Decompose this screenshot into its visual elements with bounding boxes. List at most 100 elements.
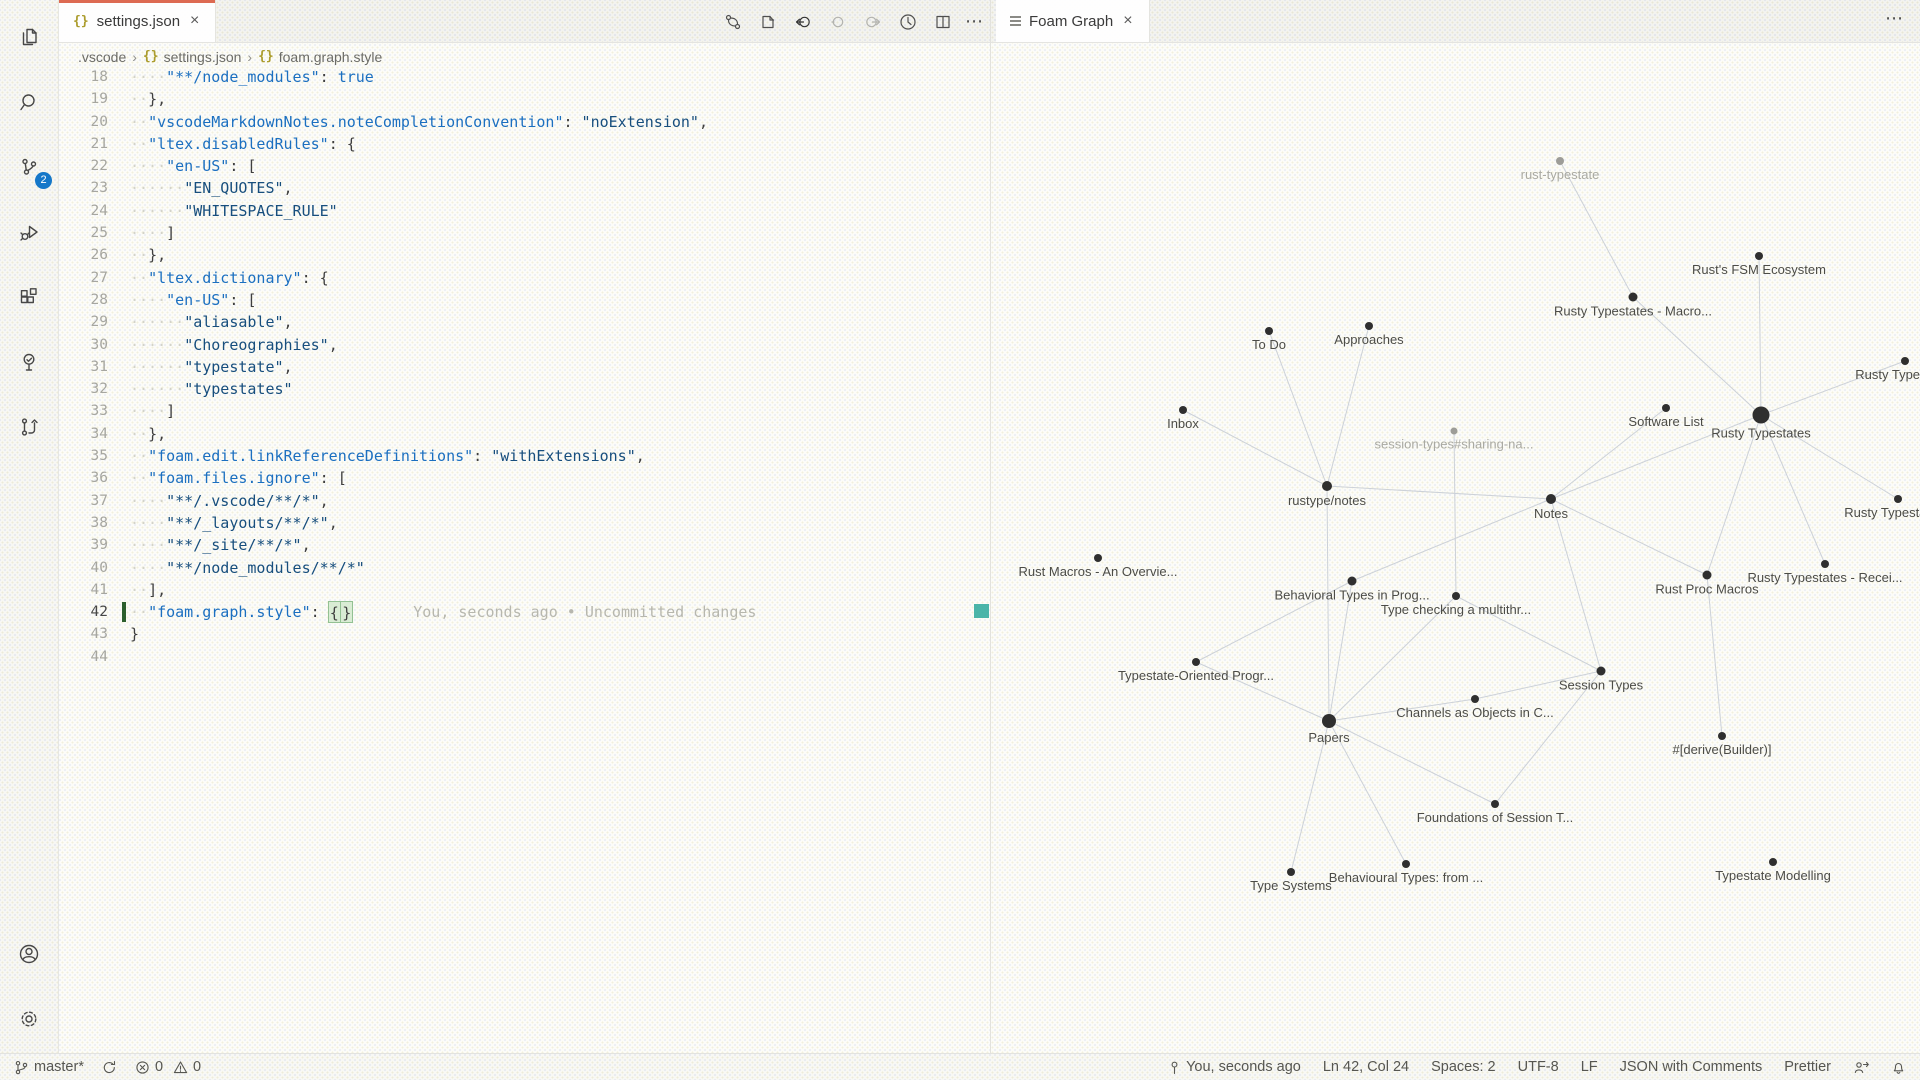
graph-node[interactable] xyxy=(1451,428,1458,435)
graph-node[interactable] xyxy=(1901,357,1909,365)
graph-node[interactable] xyxy=(1452,592,1460,600)
graph-node[interactable] xyxy=(1402,860,1410,868)
search-icon[interactable] xyxy=(0,76,58,128)
code-line[interactable]: 44 xyxy=(59,646,990,668)
tab-close-icon[interactable]: × xyxy=(188,12,201,30)
status-item-you-seconds-ago[interactable]: You, seconds ago xyxy=(1168,1059,1301,1075)
code-line[interactable]: 27··"ltex.dictionary": { xyxy=(59,267,990,289)
status-item-bell-icon[interactable] xyxy=(1891,1060,1906,1075)
graph-node[interactable] xyxy=(1491,800,1499,808)
code-line[interactable]: 40····"**/node_modules/**/*" xyxy=(59,557,990,579)
status-item-spaces-2[interactable]: Spaces: 2 xyxy=(1431,1059,1496,1075)
status-item-0[interactable]: 0 xyxy=(135,1059,163,1075)
source-control-icon[interactable]: 2 xyxy=(0,141,58,193)
status-item-prettier[interactable]: Prettier xyxy=(1784,1059,1831,1075)
code-line[interactable]: 41··], xyxy=(59,579,990,601)
graph-node[interactable] xyxy=(1322,481,1332,491)
graph-node[interactable] xyxy=(1597,667,1606,676)
code-line[interactable]: 36··"foam.files.ignore": [ xyxy=(59,467,990,489)
code-line[interactable]: 30······"Choreographies", xyxy=(59,334,990,356)
code-line[interactable]: 32······"typestates" xyxy=(59,378,990,400)
code-line[interactable]: 28····"en-US": [ xyxy=(59,289,990,311)
status-item-utf-8[interactable]: UTF-8 xyxy=(1518,1059,1559,1075)
graph-node[interactable] xyxy=(1703,571,1712,580)
nav-circle-icon[interactable] xyxy=(825,9,851,35)
graph-node-label: Approaches xyxy=(1334,332,1404,347)
split-editor-icon[interactable] xyxy=(930,9,956,35)
breadcrumb-item[interactable]: {}foam.graph.style xyxy=(258,49,382,65)
account-icon[interactable] xyxy=(0,928,58,980)
graph-node[interactable] xyxy=(1629,293,1638,302)
gutter-decorations xyxy=(108,467,130,489)
graph-node[interactable] xyxy=(1287,868,1295,876)
code-line[interactable]: 43} xyxy=(59,623,990,645)
open-changes-icon[interactable] xyxy=(720,9,746,35)
code-line[interactable]: 20··"vscodeMarkdownNotes.noteCompletionC… xyxy=(59,111,990,133)
nav-forward-icon[interactable] xyxy=(860,9,886,35)
status-item-ln-42-col-24[interactable]: Ln 42, Col 24 xyxy=(1323,1059,1409,1075)
graph-node[interactable] xyxy=(1094,554,1102,562)
more-actions-icon[interactable]: ⋯ xyxy=(965,11,984,32)
code-line[interactable]: 37····"**/.vscode/**/*", xyxy=(59,490,990,512)
graph-node[interactable] xyxy=(1471,695,1479,703)
code-line[interactable]: 35··"foam.edit.linkReferenceDefinitions"… xyxy=(59,445,990,467)
code-line[interactable]: 42··"foam.graph.style": {}You, seconds a… xyxy=(59,601,990,623)
graph-node-label: Rusty Typestates xyxy=(1711,426,1811,441)
code-editor[interactable]: 18····"**/node_modules": true19··},20··"… xyxy=(59,70,990,1053)
gitlens-blame-annotation: You, seconds ago • Uncommitted changes xyxy=(413,601,756,623)
graph-node[interactable] xyxy=(1821,560,1829,568)
status-item-lf[interactable]: LF xyxy=(1581,1059,1598,1075)
graph-edge xyxy=(1551,499,1707,575)
status-item-json-with-comments[interactable]: JSON with Comments xyxy=(1620,1059,1763,1075)
graph-node[interactable] xyxy=(1179,406,1187,414)
code-line[interactable]: 24······"WHITESPACE_RULE" xyxy=(59,200,990,222)
graph-node[interactable] xyxy=(1662,404,1670,412)
foam-graph-canvas[interactable]: rust-typestateRust's FSM EcosystemRusty … xyxy=(991,43,1920,1053)
settings-gear-icon[interactable] xyxy=(0,993,58,1045)
graph-node[interactable] xyxy=(1192,658,1200,666)
graph-node[interactable] xyxy=(1769,858,1777,866)
panel-more-actions-icon[interactable]: ⋯ xyxy=(1885,8,1904,29)
code-line[interactable]: 21··"ltex.disabledRules": { xyxy=(59,133,990,155)
code-line[interactable]: 18····"**/node_modules": true xyxy=(59,70,990,88)
code-line[interactable]: 38····"**/_layouts/**/*", xyxy=(59,512,990,534)
graph-node[interactable] xyxy=(1265,327,1273,335)
graph-node[interactable] xyxy=(1718,732,1726,740)
status-item-0[interactable]: 0 xyxy=(173,1059,201,1075)
status-item-master[interactable]: master* xyxy=(14,1059,84,1075)
status-item-feedback-icon[interactable] xyxy=(1853,1060,1869,1075)
code-line[interactable]: 26··}, xyxy=(59,244,990,266)
nav-back-icon[interactable] xyxy=(790,9,816,35)
graph-node[interactable] xyxy=(1755,252,1763,260)
git-compare-icon[interactable] xyxy=(0,401,58,453)
tab-settings-json[interactable]: {} settings.json × xyxy=(59,0,216,42)
code-line[interactable]: 25····] xyxy=(59,222,990,244)
code-line[interactable]: 19··}, xyxy=(59,88,990,110)
code-line[interactable]: 23······"EN_QUOTES", xyxy=(59,177,990,199)
code-line[interactable]: 33····] xyxy=(59,400,990,422)
breadcrumb-item[interactable]: {}settings.json xyxy=(143,49,241,65)
foam-tree-icon[interactable] xyxy=(0,336,58,388)
graph-node[interactable] xyxy=(1546,494,1556,504)
gutter-decorations xyxy=(108,579,130,601)
code-line[interactable]: 39····"**/_site/**/*", xyxy=(59,534,990,556)
graph-node[interactable] xyxy=(1322,714,1336,728)
code-line[interactable]: 22····"en-US": [ xyxy=(59,155,990,177)
code-line[interactable]: 34··}, xyxy=(59,423,990,445)
run-debug-icon[interactable] xyxy=(0,206,58,258)
code-line[interactable]: 31······"typestate", xyxy=(59,356,990,378)
timeline-clock-icon[interactable] xyxy=(895,9,921,35)
open-preview-icon[interactable] xyxy=(755,9,781,35)
graph-node[interactable] xyxy=(1894,495,1902,503)
tab-foam-graph[interactable]: Foam Graph × xyxy=(996,0,1150,42)
graph-node[interactable] xyxy=(1348,577,1357,586)
explorer-icon[interactable] xyxy=(0,11,58,63)
graph-node[interactable] xyxy=(1753,407,1770,424)
graph-node[interactable] xyxy=(1365,322,1373,330)
graph-node[interactable] xyxy=(1556,157,1564,165)
breadcrumb-item[interactable]: .vscode xyxy=(78,49,126,65)
extensions-icon[interactable] xyxy=(0,271,58,323)
panel-tab-close-icon[interactable]: × xyxy=(1121,12,1134,30)
status-item-sync-icon[interactable] xyxy=(102,1060,117,1075)
code-line[interactable]: 29······"aliasable", xyxy=(59,311,990,333)
